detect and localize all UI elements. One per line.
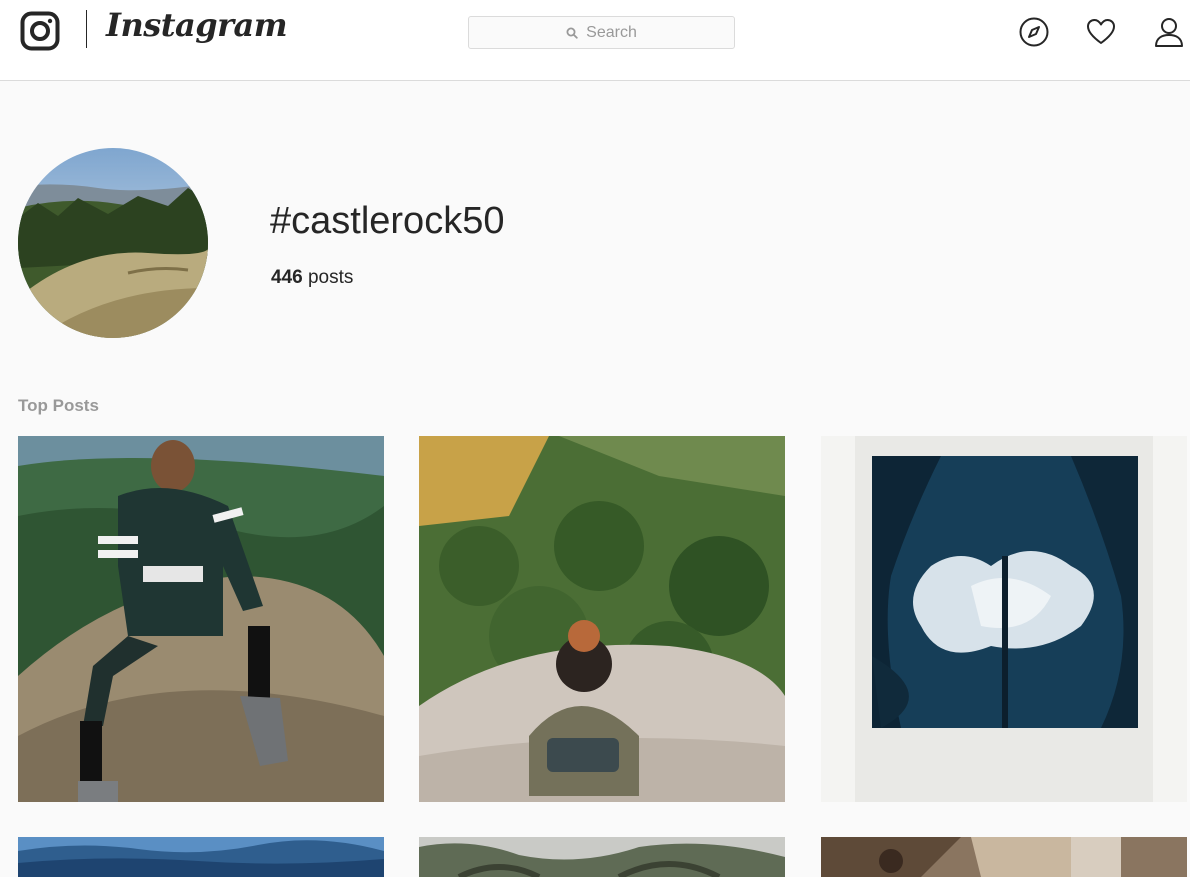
- instagram-camera-icon[interactable]: [20, 11, 60, 51]
- post-tile-2[interactable]: [419, 436, 785, 802]
- hashtag-title: #castlerock50: [270, 200, 505, 242]
- search-icon: [566, 27, 578, 39]
- compass-icon[interactable]: [1018, 16, 1050, 48]
- posts-label: posts: [307, 267, 354, 288]
- post-tile-6[interactable]: [821, 837, 1187, 877]
- search-input[interactable]: Search: [468, 16, 735, 49]
- instagram-wordmark[interactable]: Instagram: [106, 6, 288, 44]
- post-tile-4[interactable]: [18, 837, 384, 877]
- top-posts-heading: Top Posts: [18, 396, 99, 415]
- heart-icon[interactable]: [1085, 16, 1117, 48]
- post-tile-1[interactable]: [18, 436, 384, 802]
- search-placeholder: Search: [586, 23, 637, 41]
- hashtag-avatar: [18, 148, 208, 338]
- post-tile-3[interactable]: [821, 436, 1187, 802]
- top-navigation-bar: Instagram Search: [0, 0, 1190, 81]
- user-icon[interactable]: [1153, 16, 1185, 48]
- post-tile-5[interactable]: [419, 837, 785, 877]
- logo-divider: [86, 10, 87, 48]
- posts-count-line: 446 posts: [271, 267, 353, 289]
- posts-count: 446: [271, 267, 303, 288]
